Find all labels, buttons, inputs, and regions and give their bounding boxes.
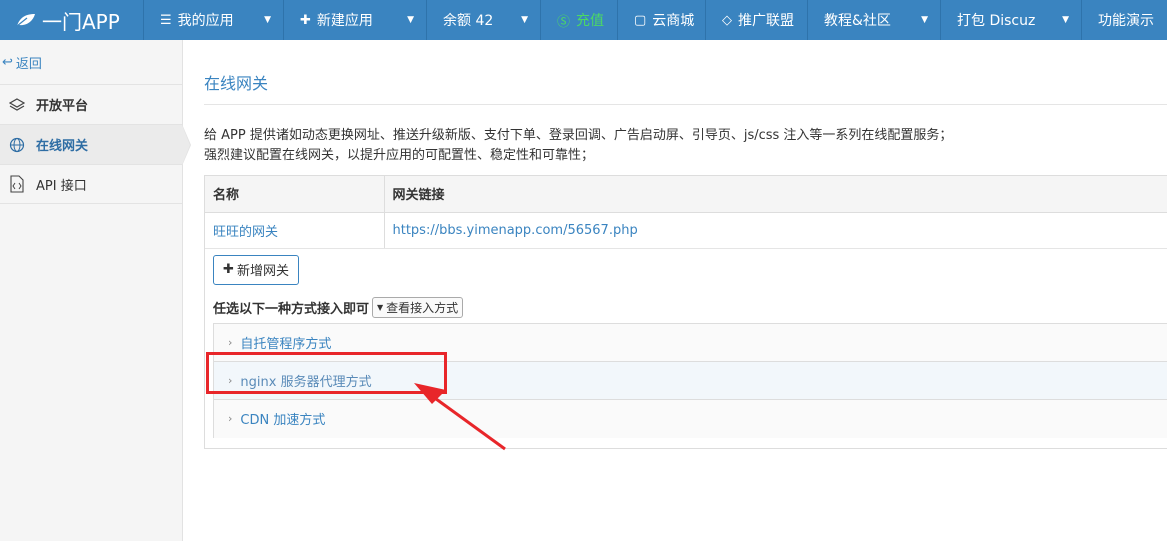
globe-icon <box>8 136 26 154</box>
nav-recharge-label: 充值 <box>576 13 605 29</box>
nav-demo[interactable]: 功能演示 <box>1082 0 1167 40</box>
sidebar: ↩ 返回 开放平台 在线网关 API 接口 <box>0 40 191 541</box>
nav-demo-label: 功能演示 <box>1098 13 1154 29</box>
reply-arrow-icon: ↩ <box>2 54 13 70</box>
chevron-right-icon: › <box>228 412 233 425</box>
nav-balance-label: 余额 42 <box>443 13 494 29</box>
table-row: 旺旺的网关 https://bbs.yimenapp.com/56567.php <box>205 212 1167 249</box>
nav-cloud-store-label: 云商城 <box>652 13 695 29</box>
sidebar-item-open-platform[interactable]: 开放平台 <box>0 84 182 124</box>
column-header-name: 名称 <box>205 176 385 213</box>
diamond-icon: ◇ <box>722 12 732 28</box>
nav-affiliate-label: 推广联盟 <box>738 13 794 29</box>
yen-icon: Ⓢ <box>557 14 571 30</box>
add-gateway-button[interactable]: ✚ 新增网关 <box>213 254 299 285</box>
back-link[interactable]: ↩ 返回 <box>0 40 182 84</box>
caret-down-icon: ▼ <box>1062 15 1069 25</box>
back-label: 返回 <box>15 56 42 72</box>
nav-new-app[interactable]: ✚ 新建应用 ▼ <box>284 0 427 40</box>
caret-down-icon: ▼ <box>921 15 928 25</box>
menu-icon: ☰ <box>160 12 172 28</box>
table-header-row: 名称 网关链接 <box>205 176 1167 213</box>
brand-name: 一门APP <box>42 9 120 34</box>
caret-down-icon: ▼ <box>264 15 271 25</box>
nav-recharge[interactable]: Ⓢ 充值 <box>541 0 618 40</box>
description-line: 给 APP 提供诸如动态更换网址、推送升级新版、支付下单、登录回调、广告启动屏、… <box>204 128 953 143</box>
nav-balance[interactable]: 余额 42 ▼ <box>427 0 541 40</box>
accordion-item-cdn[interactable]: › CDN 加速方式 <box>214 399 1167 438</box>
leaf-icon <box>16 14 35 27</box>
plus-icon: ✚ <box>300 12 311 28</box>
plus-icon: ✚ <box>223 262 234 277</box>
caret-down-icon: ▼ <box>377 302 384 312</box>
highlight-box <box>206 352 447 394</box>
page-title: 在线网关 <box>204 70 1167 105</box>
sidebar-item-label: 在线网关 <box>36 139 89 154</box>
caret-down-icon: ▼ <box>521 15 528 25</box>
add-gateway-label: 新增网关 <box>236 264 289 279</box>
gateway-panel: 名称 网关链接 旺旺的网关 https://bbs.yimenapp.com/5… <box>204 175 1167 449</box>
view-access-methods-label: 查看接入方式 <box>386 300 459 315</box>
nav-pack-discuz-label: 打包 Discuz <box>957 13 1036 29</box>
description-line: 强烈建议配置在线网关，以提升应用的可配置性、稳定性和可靠性； <box>204 148 595 163</box>
chevron-right-icon: › <box>228 335 233 349</box>
accordion-item-label: 自托管程序方式 <box>240 336 332 352</box>
sidebar-item-label: 开放平台 <box>36 99 89 114</box>
nav-pack-discuz[interactable]: 打包 Discuz ▼ <box>941 0 1082 40</box>
nav-new-app-label: 新建应用 <box>316 13 373 29</box>
gateway-table: 名称 网关链接 旺旺的网关 https://bbs.yimenapp.com/5… <box>205 176 1167 249</box>
gateway-link[interactable]: https://bbs.yimenapp.com/56567.php <box>384 212 1167 249</box>
caret-down-icon: ▼ <box>407 15 414 25</box>
code-file-icon <box>8 175 26 193</box>
column-header-link: 网关链接 <box>384 176 1167 213</box>
nav-affiliate[interactable]: ◇ 推广联盟 <box>706 0 808 40</box>
nav-my-apps-label: 我的应用 <box>177 13 234 29</box>
nav-cloud-store[interactable]: ▢ 云商城 <box>618 0 706 40</box>
sidebar-item-label: API 接口 <box>36 178 87 194</box>
nav-tutorial-label: 教程&社区 <box>824 13 891 29</box>
description: 给 APP 提供诸如动态更换网址、推送升级新版、支付下单、登录回调、广告启动屏、… <box>204 126 1167 166</box>
layers-icon <box>8 96 26 114</box>
top-nav: 一门APP ☰ 我的应用 ▼ ✚ 新建应用 ▼ 余额 42 ▼ Ⓢ 充值 ▢ 云… <box>0 0 1167 40</box>
nav-tutorial[interactable]: 教程&社区 ▼ <box>808 0 941 40</box>
access-methods-label: 任选以下一种方式接入即可 <box>213 301 370 317</box>
nav-my-apps[interactable]: ☰ 我的应用 ▼ <box>144 0 284 40</box>
gateway-name[interactable]: 旺旺的网关 <box>205 212 385 249</box>
sidebar-item-api[interactable]: API 接口 <box>0 164 182 204</box>
access-methods-header: 任选以下一种方式接入即可 ▼ 查看接入方式 <box>213 296 1167 318</box>
view-access-methods-button[interactable]: ▼ 查看接入方式 <box>372 296 464 318</box>
sidebar-item-online-gateway[interactable]: 在线网关 <box>0 124 191 166</box>
accordion-item-label: CDN 加速方式 <box>240 413 326 428</box>
store-icon: ▢ <box>634 12 647 28</box>
brand-logo[interactable]: 一门APP <box>0 0 144 40</box>
